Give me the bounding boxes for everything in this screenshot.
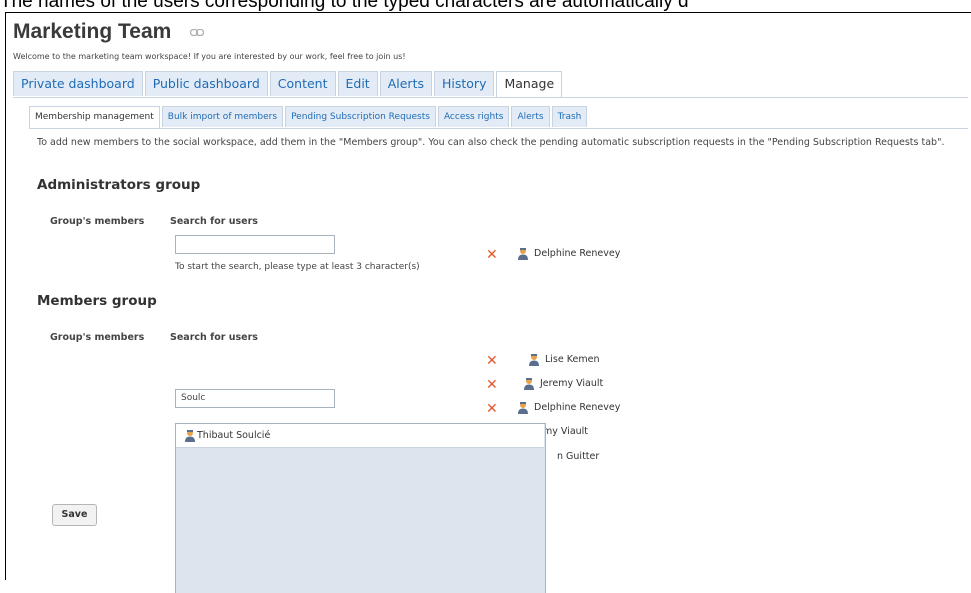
tab-public-dashboard[interactable]: Public dashboard: [144, 71, 268, 96]
group-member: Jeremy Viault: [523, 377, 603, 390]
user-icon: [529, 354, 539, 366]
admins-title: Administrators group: [37, 177, 201, 193]
sub-tabs: Membership management Bulk import of mem…: [29, 106, 968, 129]
subtab-trash[interactable]: Trash: [551, 106, 588, 127]
member-name: Jeremy Viault: [540, 378, 604, 389]
page-title: Marketing Team: [13, 20, 172, 43]
admins-search-label: Search for users: [170, 216, 258, 227]
group-member: Lise Kemen: [528, 353, 599, 366]
member-name: Lise Kemen: [545, 354, 600, 365]
member-name: Delphine Renevey: [534, 402, 621, 413]
user-icon: [518, 402, 528, 414]
member-name: n Guitter: [557, 451, 600, 462]
subtab-access-rights[interactable]: Access rights: [437, 106, 510, 127]
workspace-panel: Marketing Team Welcome to the marketing …: [5, 12, 971, 593]
admins-members-label: Group's members: [50, 216, 145, 227]
tab-edit[interactable]: Edit: [337, 71, 378, 96]
autocomplete-suggestion[interactable]: Thibaut Soulcié: [176, 424, 544, 448]
user-icon: [524, 378, 534, 390]
tab-manage[interactable]: Manage: [496, 71, 563, 97]
save-button[interactable]: Save: [52, 504, 97, 526]
subtab-alerts[interactable]: Alerts: [511, 106, 550, 127]
admin-member: Delphine Renevey: [517, 247, 620, 260]
remove-icon[interactable]: ✕: [486, 378, 498, 392]
members-group-members-label: Group's members: [50, 332, 145, 343]
admins-search-hint: To start the search, please type at leas…: [175, 262, 420, 272]
subtab-bulk-import[interactable]: Bulk import of members: [161, 106, 284, 127]
members-group-title: Members group: [37, 293, 157, 309]
group-member-partial: my Viault: [543, 426, 588, 437]
tab-content[interactable]: Content: [269, 71, 336, 96]
permalink-icon[interactable]: [190, 29, 204, 36]
user-icon: [185, 430, 195, 442]
welcome-text: Welcome to the marketing team workspace!…: [13, 52, 406, 61]
admins-search-input[interactable]: [175, 235, 335, 254]
member-name: my Viault: [543, 426, 589, 437]
members-search-input[interactable]: Soulc: [175, 389, 335, 408]
user-icon: [518, 248, 528, 260]
tab-alerts[interactable]: Alerts: [379, 71, 432, 96]
remove-icon[interactable]: ✕: [486, 248, 498, 262]
suggestion-name: Thibaut Soulcié: [197, 430, 271, 441]
member-name: Delphine Renevey: [534, 248, 621, 259]
subtab-membership-management[interactable]: Membership management: [29, 106, 160, 128]
tab-private-dashboard[interactable]: Private dashboard: [13, 71, 143, 96]
remove-icon[interactable]: ✕: [486, 402, 498, 416]
group-member: Delphine Renevey: [517, 401, 620, 414]
subtab-pending-requests[interactable]: Pending Subscription Requests: [285, 106, 436, 127]
members-group-search-label: Search for users: [170, 332, 258, 343]
remove-icon[interactable]: ✕: [486, 354, 498, 368]
main-tabs: Private dashboard Public dashboard Conte…: [13, 71, 968, 98]
tab-history[interactable]: History: [434, 71, 495, 96]
group-member-partial: n Guitter: [557, 451, 599, 462]
info-text: To add new members to the social workspa…: [37, 137, 945, 148]
autocomplete-dropdown: Thibaut Soulcié: [175, 423, 546, 593]
